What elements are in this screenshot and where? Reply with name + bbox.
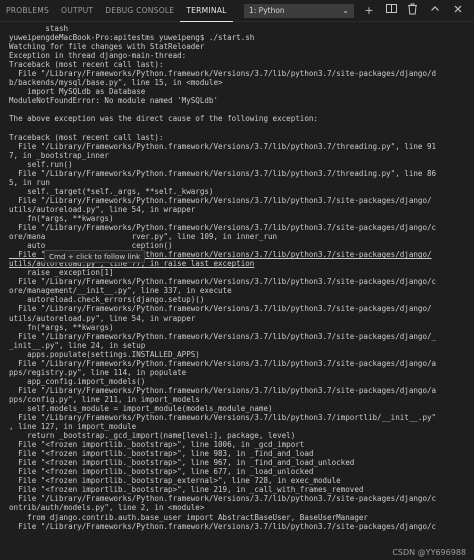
terminal-line: return _bootstrap._gcd_import(name[level… xyxy=(9,431,296,441)
terminal-line: File "<frozen importlib._bootstrap>", li… xyxy=(9,467,314,477)
terminal-line: File "<frozen importlib._bootstrap_exter… xyxy=(9,476,341,486)
terminal-line: utils/autoreload.py", line 54, in wrappe… xyxy=(9,204,196,214)
terminal-line: File "<frozen importlib._bootstrap>", li… xyxy=(9,449,314,459)
terminal-line: File "/Library/Frameworks/Python.framewo… xyxy=(9,494,437,504)
add-icon[interactable]: + xyxy=(362,3,376,19)
terminal-line: app_config.import_models() xyxy=(9,376,146,386)
terminal-line: File "<frozen importlib._bootstrap>", li… xyxy=(9,458,355,468)
terminal-line: pps/config.py", line 211, in import_mode… xyxy=(9,394,200,404)
terminal-line: File "/Library/Frameworks/Python.framewo… xyxy=(9,69,437,79)
terminal-line: 5, in run xyxy=(9,177,50,187)
terminal-line: Exception in thread django-main-thread: xyxy=(9,51,187,61)
tab-output[interactable]: OUTPUT xyxy=(55,0,99,22)
terminal-line: File "/Library/Frameworks/Python.framewo… xyxy=(9,521,437,531)
terminal-line: stash xyxy=(9,24,69,33)
watermark: CSDN @YY696988 xyxy=(392,548,466,557)
terminal-line: _init__.py", line 24, in setup xyxy=(9,340,146,350)
terminal-line: File "/Library/Frameworks/Python.framewo… xyxy=(9,385,437,395)
chevron-up-icon[interactable] xyxy=(428,3,442,19)
terminal-line: File "/Library/Frameworks/Python.framewo… xyxy=(9,277,437,287)
link-tooltip: Cmd + click to follow link xyxy=(44,250,146,263)
terminal-line: File "/Library/Frameworks/Python.framewo… xyxy=(9,223,437,233)
terminal-line: import MySQLdb as Database xyxy=(9,87,146,97)
terminal-line: Watching for file changes with StatReloa… xyxy=(9,42,205,52)
terminal-select[interactable]: 1: Python ⌄ xyxy=(244,4,354,18)
terminal-line: fn(*args, **kwargs) xyxy=(9,322,114,332)
terminal-line: utils/autoreload.py", line 54, in wrappe… xyxy=(9,313,196,323)
terminal-line: Traceback (most recent call last): xyxy=(9,60,164,70)
terminal-line: yuweipengdeMacBook-Pro:apitestms yuweipe… xyxy=(9,33,255,43)
terminal-line: File "<frozen importlib._bootstrap>", li… xyxy=(9,485,364,495)
terminal-line: auto ception() xyxy=(9,241,173,251)
terminal-line: self.run() xyxy=(9,159,73,169)
split-icon[interactable] xyxy=(384,3,398,19)
terminal-line: File "/Library/Frameworks/Python.framewo… xyxy=(9,141,437,151)
terminal-line: Traceback (most recent call last): xyxy=(9,132,164,142)
tab-debug-console[interactable]: DEBUG CONSOLE xyxy=(99,0,180,22)
terminal-line: ontrib/auth/models.py", line 2, in <modu… xyxy=(9,503,205,513)
terminal-line: b/backends/mysql/base.py", line 15, in <… xyxy=(9,78,223,88)
terminal-line: fn(*args, **kwargs) xyxy=(9,213,114,223)
terminal-line: ore/mana rver.py", line 109, in inner_ru… xyxy=(9,232,278,242)
terminal-output[interactable]: stash yuweipengdeMacBook-Pro:apitestms yu… xyxy=(0,24,474,560)
terminal-line: raise _exception[1] xyxy=(9,268,114,278)
terminal-line: File "/Library/Frameworks/Python.framewo… xyxy=(9,358,437,368)
chevron-down-icon: ⌄ xyxy=(342,6,349,15)
terminal-line: File "/Library/Frameworks/Python.framewo… xyxy=(9,331,437,341)
tab-problems[interactable]: PROBLEMS xyxy=(0,0,55,22)
terminal-line: ModuleNotFoundError: No module named 'My… xyxy=(9,96,219,106)
terminal-line: File "<frozen importlib._bootstrap>", li… xyxy=(9,440,305,450)
terminal-line: 7, in _bootstrap_inner xyxy=(9,150,109,160)
terminal-line: from django.contrib.auth.base_user impor… xyxy=(9,512,368,522)
close-icon[interactable] xyxy=(451,3,465,19)
panel-tabbar: PROBLEMS OUTPUT DEBUG CONSOLE TERMINAL xyxy=(0,0,474,22)
tab-terminal[interactable]: TERMINAL xyxy=(180,0,233,22)
terminal-line: The above exception was the direct cause… xyxy=(9,114,318,124)
terminal-line: ore/management/__init__.py", line 337, i… xyxy=(9,286,232,296)
terminal-line: , line 127, in import_module xyxy=(9,422,137,432)
terminal-select-value: 1: Python xyxy=(249,6,285,15)
terminal-line: pps/registry.py", line 114, in populate xyxy=(9,367,187,377)
terminal-line: self.models_module = import_module(model… xyxy=(9,403,273,413)
terminal-line: File "/Library/Frameworks/Python.framewo… xyxy=(9,304,432,314)
terminal-line: self._target(*self._args, **self._kwargs… xyxy=(9,186,214,196)
trash-icon[interactable] xyxy=(405,3,419,20)
terminal-line: File "/Library/Frameworks/Python.framewo… xyxy=(9,195,432,205)
terminal-line: File "/Library/Frameworks/Python.framewo… xyxy=(9,413,437,423)
terminal-line: autoreload.check_errors(django.setup)() xyxy=(9,295,205,305)
terminal-line: File "/Library/Frameworks/Python.framewo… xyxy=(9,168,437,178)
terminal-line: apps.populate(settings.INSTALLED_APPS) xyxy=(9,349,200,359)
